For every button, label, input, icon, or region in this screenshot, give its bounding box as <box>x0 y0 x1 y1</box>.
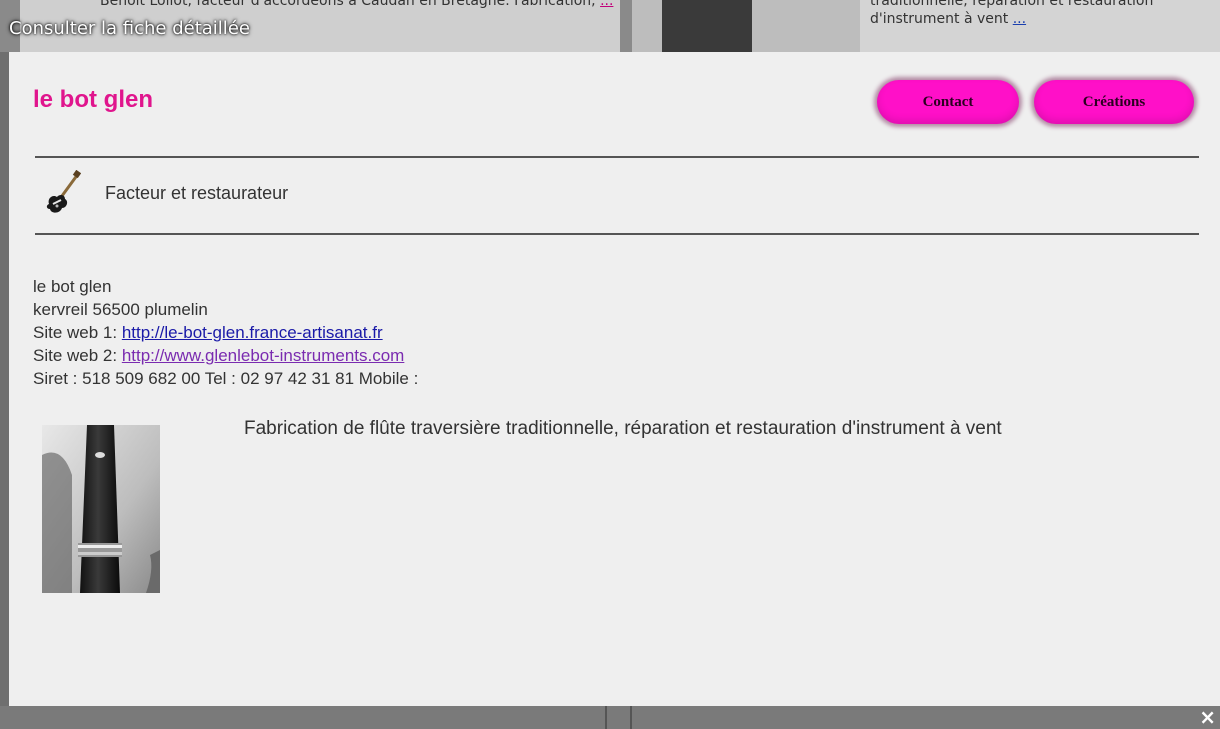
background-left-more-link[interactable]: ... <box>600 0 613 9</box>
background-thumbnail <box>662 0 752 52</box>
background-right-more-link[interactable]: ... <box>1013 11 1026 27</box>
divider-top <box>35 156 1199 158</box>
background-listing-right: traditionnelle, réparation et restaurati… <box>860 0 1220 52</box>
artisan-name-title: le bot glen <box>33 86 153 113</box>
info-site1-label: Site web 1: <box>33 323 122 342</box>
site2-link[interactable]: http://www.glenlebot-instruments.com <box>122 346 405 365</box>
background-right-snippet: traditionnelle, réparation et restaurati… <box>870 0 1154 27</box>
guitar-icon <box>46 170 81 213</box>
site1-link[interactable]: http://le-bot-glen.france-artisanat.fr <box>122 323 383 342</box>
background-listing-thumb <box>632 0 860 52</box>
info-site1-row: Site web 1: http://le-bot-glen.france-ar… <box>33 321 418 344</box>
category-row: Facteur et restaurateur <box>45 170 288 216</box>
contact-info-block: le bot glen kervreil 56500 plumelin Site… <box>33 275 418 390</box>
close-icon[interactable]: × <box>1199 705 1216 729</box>
description-text: Fabrication de flûte traversière traditi… <box>244 418 1002 439</box>
background-separator <box>605 706 607 729</box>
info-site2-row: Site web 2: http://www.glenlebot-instrum… <box>33 344 418 367</box>
divider-bottom <box>35 233 1199 235</box>
category-label: Facteur et restaurateur <box>105 182 289 203</box>
background-bottom-strip: × <box>0 705 1220 729</box>
creations-button[interactable]: Créations <box>1034 80 1194 124</box>
info-site2-label: Site web 2: <box>33 346 122 365</box>
detail-panel: le bot glen Contact Créations Facteur et… <box>9 52 1220 706</box>
info-address: kervreil 56500 plumelin <box>33 300 208 319</box>
overlay-title: Consulter la fiche détaillée <box>9 18 250 39</box>
flute-photo-image <box>42 425 160 593</box>
info-name: le bot glen <box>33 277 112 296</box>
background-left-snippet: Benoit Loliot, facteur d'accordéons à Ca… <box>100 0 596 9</box>
info-siret-line: Siret : 518 509 682 00 Tel : 02 97 42 31… <box>33 369 419 388</box>
contact-button[interactable]: Contact <box>877 80 1019 124</box>
product-photo[interactable] <box>42 425 160 593</box>
background-separator <box>630 706 632 729</box>
